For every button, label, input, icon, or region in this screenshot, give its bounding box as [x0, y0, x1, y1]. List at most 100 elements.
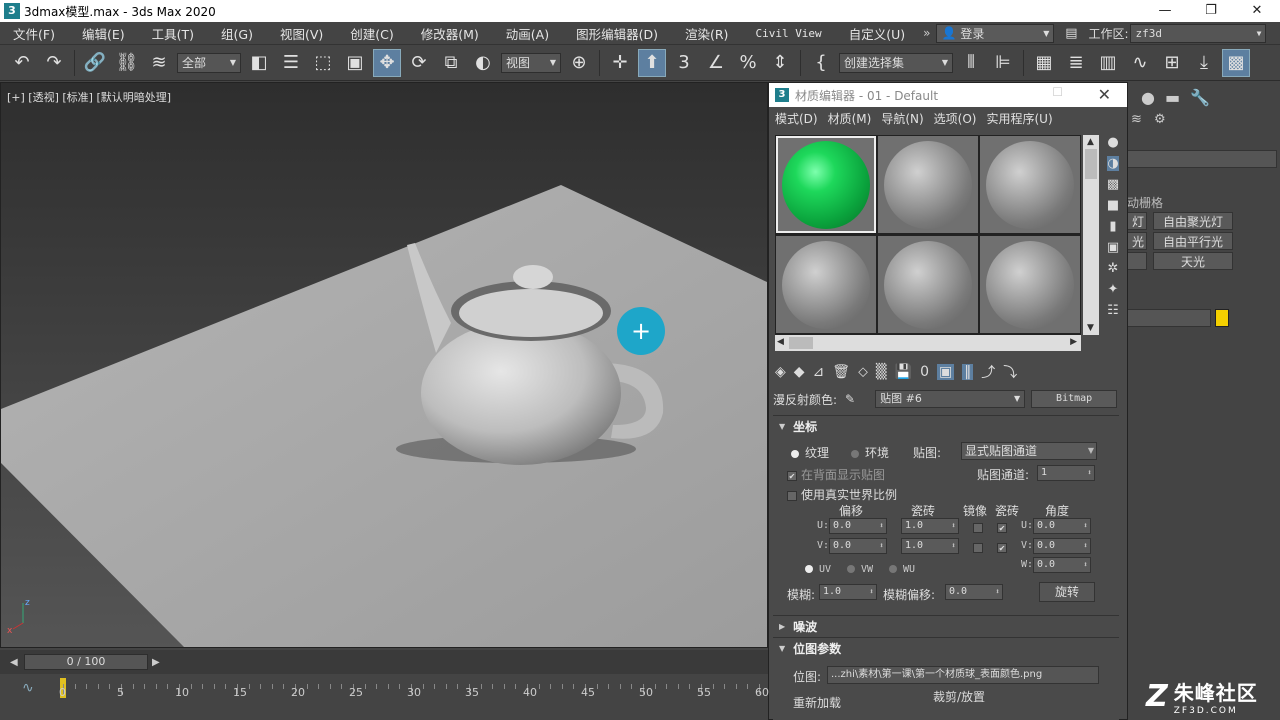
menu-graph-editors[interactable]: 图形编辑器(D)	[563, 24, 672, 43]
select-manipulate-icon[interactable]: ✛	[606, 49, 634, 77]
arrow-up-icon[interactable]: ▲	[1087, 137, 1094, 147]
wu-radio[interactable]: WU	[889, 564, 915, 575]
select-object-icon[interactable]: ◧	[245, 49, 273, 77]
sample-slot[interactable]	[776, 136, 876, 233]
object-type-select[interactable]	[1127, 150, 1277, 168]
object-color-swatch[interactable]	[1215, 309, 1229, 327]
go-forward-sibling-icon[interactable]: ⤵	[1003, 362, 1017, 382]
show-map-back-checkbox[interactable]: ✔ 在背面显示贴图	[787, 466, 885, 483]
menu-rendering[interactable]: 渲染(R)	[672, 24, 742, 43]
u-tile-checkbox[interactable]: ✔	[997, 520, 1011, 534]
curve-editor-icon[interactable]: ∿	[1126, 49, 1154, 77]
undo-icon[interactable]: ↶	[8, 49, 36, 77]
window-crossing-icon[interactable]: ▣	[341, 49, 369, 77]
render-setup-icon[interactable]: ⤓	[1190, 49, 1218, 77]
scale-icon[interactable]: ⧉	[437, 49, 465, 77]
close-button[interactable]: ✕	[1234, 0, 1280, 22]
viewport-label[interactable]: [+] [透视] [标准] [默认明暗处理]	[7, 89, 171, 105]
list-icon[interactable]: ▤	[1060, 26, 1082, 41]
object-name-field[interactable]	[1127, 309, 1211, 327]
map-channel-spinner[interactable]: 1 ⬍	[1037, 465, 1095, 481]
backlight-icon[interactable]: ◑	[1107, 156, 1119, 171]
save-icon[interactable]: 💾	[895, 364, 912, 380]
perspective-viewport[interactable]: [+] [透视] [标准] [默认明暗处理] z x +	[0, 82, 768, 648]
helpers-icon[interactable]: ≋	[1131, 112, 1142, 127]
ribbon-icon[interactable]: ▥	[1094, 49, 1122, 77]
menu-edit[interactable]: 编辑(E)	[69, 24, 139, 43]
make-unique-icon[interactable]: ⬦	[858, 364, 868, 380]
maximize-icon[interactable]: ☐	[1052, 85, 1063, 99]
selection-filter-select[interactable]: 全部 ▼	[177, 52, 241, 73]
show-shaded-icon[interactable]: ▣	[937, 364, 955, 380]
motion-icon[interactable]: ▬	[1165, 88, 1180, 107]
sample-slot[interactable]	[980, 236, 1080, 333]
put-to-library-icon[interactable]: ▒	[876, 364, 887, 380]
options-icon[interactable]: ✲	[1108, 261, 1119, 276]
video-color-check-icon[interactable]: ▮	[1109, 219, 1116, 234]
real-world-checkbox[interactable]: 使用真实世界比例	[787, 486, 897, 503]
environ-radio[interactable]: 环境	[851, 444, 889, 461]
go-to-parent-icon[interactable]: ⤴	[981, 362, 995, 382]
blur-offset-spinner[interactable]: 0.0 ⬍	[945, 584, 1003, 600]
reference-coord-select[interactable]: 视图 ▼	[501, 52, 561, 73]
named-selection-select[interactable]: 创建选择集 ▼	[839, 52, 953, 73]
blur-spinner[interactable]: 1.0 ⬍	[819, 584, 877, 600]
rect-selection-icon[interactable]: ⬚	[309, 49, 337, 77]
scrollbar-thumb[interactable]	[1085, 149, 1097, 179]
bitmap-path-button[interactable]: ...zhi\素材\第一课\第一个材质球_表面颜色.png	[827, 666, 1099, 684]
frame-slider[interactable]: 0 / 100	[24, 654, 148, 670]
mirror-icon[interactable]: ⫴	[957, 49, 985, 77]
edit-named-selection-icon[interactable]: {	[807, 49, 835, 77]
utilities-icon[interactable]: 🔧	[1190, 88, 1210, 107]
menu-create[interactable]: 创建(C)	[337, 24, 407, 43]
eyedropper-icon[interactable]: ✎	[845, 392, 855, 406]
schematic-view-icon[interactable]: ⊞	[1158, 49, 1186, 77]
workspace-select[interactable]: zf3d ▼	[1130, 23, 1267, 43]
arrow-left-icon[interactable]: ◀	[10, 657, 24, 668]
login-dropdown[interactable]: 👤 登录 ▼	[936, 23, 1055, 43]
scrollbar-thumb[interactable]	[789, 337, 813, 349]
me-menu-utilities[interactable]: 实用程序(U)	[986, 110, 1052, 127]
restore-button[interactable]: ❐	[1188, 0, 1234, 22]
reload-button[interactable]: 重新加载	[793, 694, 841, 711]
bitmap-parameters-header[interactable]: ▼ 位图参数	[773, 638, 1119, 658]
curve-editor-icon[interactable]: ∿	[22, 680, 34, 696]
sample-slot[interactable]	[776, 236, 876, 333]
menu-file[interactable]: 文件(F)	[0, 24, 69, 43]
menu-animation[interactable]: 动画(A)	[493, 24, 563, 43]
align-icon[interactable]: ⊫	[989, 49, 1017, 77]
arrow-down-icon[interactable]: ▼	[1087, 323, 1094, 333]
display-icon[interactable]: ●	[1141, 88, 1155, 107]
map-name-select[interactable]: 贴图 #6 ▼	[875, 390, 1026, 408]
menu-group[interactable]: 组(G)	[208, 24, 267, 43]
me-menu-navigation[interactable]: 导航(N)	[881, 110, 923, 127]
select-by-material-icon[interactable]: ✦	[1108, 282, 1119, 297]
menu-modifiers[interactable]: 修改器(M)	[408, 24, 493, 43]
arrow-right-icon[interactable]: ▶	[152, 657, 166, 668]
uv-radio[interactable]: UV	[805, 564, 831, 575]
v-offset-spinner[interactable]: 0.0 ⬍	[829, 538, 887, 554]
move-icon[interactable]: ✥	[373, 48, 401, 77]
map-type-button[interactable]: Bitmap	[1031, 390, 1118, 408]
track-bar[interactable]: ∿ 0 5 10 15 20 25 30 35 40 45 50 55 60	[0, 674, 769, 720]
v-mirror-checkbox[interactable]	[973, 540, 987, 554]
background-icon[interactable]: ▩	[1107, 177, 1119, 192]
me-menu-options[interactable]: 选项(O)	[934, 110, 977, 127]
keyboard-shortcut-icon[interactable]: ⬆	[638, 48, 666, 77]
scene-explorer-icon[interactable]: ▦	[1030, 49, 1058, 77]
w-angle-spinner[interactable]: 0.0 ⬍	[1033, 557, 1091, 573]
free-direct-button[interactable]: 自由平行光	[1153, 232, 1233, 250]
material-editor-icon[interactable]: ▩	[1222, 48, 1250, 77]
me-menu-material[interactable]: 材质(M)	[828, 110, 872, 127]
make-preview-icon[interactable]: ▣	[1107, 240, 1119, 255]
pivot-center-icon[interactable]: ⊕	[565, 49, 593, 77]
u-tiling-spinner[interactable]: 1.0 ⬍	[901, 518, 959, 534]
material-id-icon[interactable]: 0	[920, 364, 929, 380]
place-icon[interactable]: ◐	[469, 49, 497, 77]
texture-radio[interactable]: 纹理	[791, 444, 829, 461]
mapping-select[interactable]: 显式贴图通道 ▼	[961, 442, 1097, 460]
coordinates-header[interactable]: ▼ 坐标	[773, 416, 1119, 436]
menu-views[interactable]: 视图(V)	[267, 24, 337, 43]
u-mirror-checkbox[interactable]	[973, 520, 987, 534]
menu-tools[interactable]: 工具(T)	[139, 24, 208, 43]
